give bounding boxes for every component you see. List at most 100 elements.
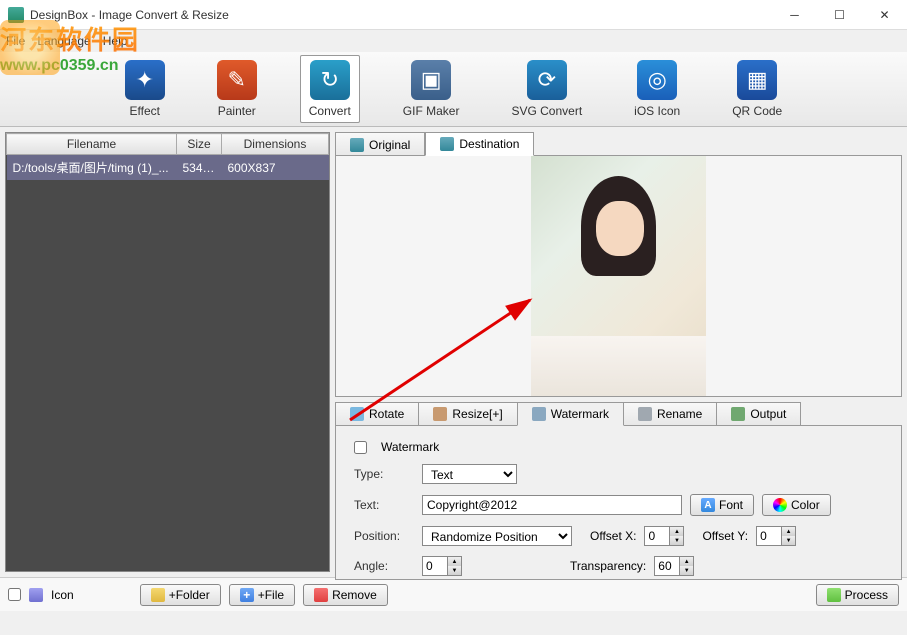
- offsetx-down[interactable]: ▼: [669, 536, 683, 545]
- icon-chk-icon: [29, 588, 43, 602]
- destination-icon: [440, 137, 454, 151]
- color-icon: [773, 498, 787, 512]
- offsetx-up[interactable]: ▲: [669, 527, 683, 536]
- table-row[interactable]: D:/tools/桌面/图片/timg (1)_... 534.... 600X…: [7, 155, 329, 181]
- transparency-spinner[interactable]: 60 ▲▼: [654, 556, 694, 576]
- convert-icon: ↻: [310, 60, 350, 100]
- remove-label: Remove: [332, 588, 377, 602]
- icon-chk-label: Icon: [51, 588, 74, 602]
- offsety-spinner[interactable]: 0 ▲▼: [756, 526, 796, 546]
- type-select[interactable]: Text: [422, 464, 517, 484]
- tool-gifmaker[interactable]: ▣ GIF Maker: [394, 55, 469, 123]
- cell-size: 534....: [177, 155, 222, 181]
- window-title: DesignBox - Image Convert & Resize: [30, 8, 772, 22]
- menubar: File Language Help: [0, 30, 907, 52]
- tool-svgconvert[interactable]: ⟳ SVG Convert: [502, 55, 591, 123]
- output-label: Output: [750, 407, 786, 421]
- add-folder-button[interactable]: +Folder: [140, 584, 221, 606]
- tab-output[interactable]: Output: [716, 402, 801, 426]
- color-btn-label: Color: [791, 498, 820, 512]
- convert-label: Convert: [309, 104, 351, 118]
- col-dimensions[interactable]: Dimensions: [222, 134, 329, 155]
- angle-label: Angle:: [354, 559, 414, 573]
- process-icon: [827, 588, 841, 602]
- menu-language[interactable]: Language: [37, 34, 90, 48]
- tab-original-label: Original: [369, 138, 410, 152]
- tool-iosicon[interactable]: ◎ iOS Icon: [625, 55, 689, 123]
- position-select[interactable]: Randomize Position: [422, 526, 572, 546]
- minimize-button[interactable]: ─: [772, 0, 817, 30]
- titlebar: DesignBox - Image Convert & Resize ─ ☐ ✕: [0, 0, 907, 30]
- angle-value: 0: [426, 559, 433, 573]
- tab-destination-label: Destination: [459, 137, 519, 151]
- col-size[interactable]: Size: [177, 134, 222, 155]
- svg-label: SVG Convert: [511, 104, 582, 118]
- rename-label: Rename: [657, 407, 702, 421]
- cell-dimensions: 600X837: [222, 155, 329, 181]
- qr-icon: ▦: [737, 60, 777, 100]
- font-button[interactable]: A Font: [690, 494, 754, 516]
- gif-label: GIF Maker: [403, 104, 460, 118]
- tab-rename[interactable]: Rename: [623, 402, 717, 426]
- offsetx-value: 0: [648, 529, 655, 543]
- settings-tabs: Rotate Resize[+] Watermark Rename Output: [335, 402, 902, 426]
- process-label: Process: [845, 588, 888, 602]
- watermark-checkbox[interactable]: [354, 441, 367, 454]
- gif-icon: ▣: [411, 60, 451, 100]
- resize-icon: [433, 407, 447, 421]
- process-button[interactable]: Process: [816, 584, 899, 606]
- tool-painter[interactable]: ✎ Painter: [208, 55, 266, 123]
- original-icon: [350, 138, 364, 152]
- position-label: Position:: [354, 529, 414, 543]
- transparency-up[interactable]: ▲: [679, 557, 693, 566]
- bottombar: Icon +Folder + +File Remove Process: [0, 577, 907, 611]
- menu-file[interactable]: File: [6, 34, 25, 48]
- svg-icon: ⟳: [527, 60, 567, 100]
- col-filename[interactable]: Filename: [7, 134, 177, 155]
- cell-filename: D:/tools/桌面/图片/timg (1)_...: [7, 155, 177, 181]
- text-input[interactable]: [422, 495, 682, 515]
- preview-image: [531, 156, 706, 396]
- ios-label: iOS Icon: [634, 104, 680, 118]
- folder-icon: [151, 588, 165, 602]
- qr-label: QR Code: [732, 104, 782, 118]
- painter-icon: ✎: [217, 60, 257, 100]
- watermark-panel: Watermark Type: Text Text: A Font Color: [335, 425, 902, 580]
- offsety-label: Offset Y:: [702, 529, 748, 543]
- tab-watermark[interactable]: Watermark: [517, 402, 624, 426]
- ios-icon: ◎: [637, 60, 677, 100]
- tool-qrcode[interactable]: ▦ QR Code: [723, 55, 791, 123]
- add-folder-label: +Folder: [169, 588, 210, 602]
- watermark-tab-label: Watermark: [551, 407, 609, 421]
- icon-checkbox[interactable]: [8, 588, 21, 601]
- watermark-icon: [532, 407, 546, 421]
- menu-help[interactable]: Help: [103, 34, 128, 48]
- close-button[interactable]: ✕: [862, 0, 907, 30]
- transparency-down[interactable]: ▼: [679, 566, 693, 575]
- offsety-up[interactable]: ▲: [781, 527, 795, 536]
- color-button[interactable]: Color: [762, 494, 831, 516]
- add-file-button[interactable]: + +File: [229, 584, 295, 606]
- tab-resize[interactable]: Resize[+]: [418, 402, 517, 426]
- main-content: Filename Size Dimensions D:/tools/桌面/图片/…: [0, 127, 907, 577]
- remove-button[interactable]: Remove: [303, 584, 388, 606]
- offsetx-label: Offset X:: [590, 529, 636, 543]
- offsety-value: 0: [760, 529, 767, 543]
- tab-rotate[interactable]: Rotate: [335, 402, 419, 426]
- transparency-value: 60: [658, 559, 671, 573]
- transparency-label: Transparency:: [570, 559, 646, 573]
- tool-convert[interactable]: ↻ Convert: [300, 55, 360, 123]
- tool-effect[interactable]: ✦ Effect: [116, 55, 174, 123]
- file-icon: +: [240, 588, 254, 602]
- angle-spinner[interactable]: 0 ▲▼: [422, 556, 462, 576]
- angle-down[interactable]: ▼: [447, 566, 461, 575]
- effect-label: Effect: [130, 104, 160, 118]
- file-table: Filename Size Dimensions D:/tools/桌面/图片/…: [6, 133, 329, 180]
- offsetx-spinner[interactable]: 0 ▲▼: [644, 526, 684, 546]
- tab-destination[interactable]: Destination: [425, 132, 534, 156]
- tab-original[interactable]: Original: [335, 132, 425, 156]
- offsety-down[interactable]: ▼: [781, 536, 795, 545]
- angle-up[interactable]: ▲: [447, 557, 461, 566]
- maximize-button[interactable]: ☐: [817, 0, 862, 30]
- effect-icon: ✦: [125, 60, 165, 100]
